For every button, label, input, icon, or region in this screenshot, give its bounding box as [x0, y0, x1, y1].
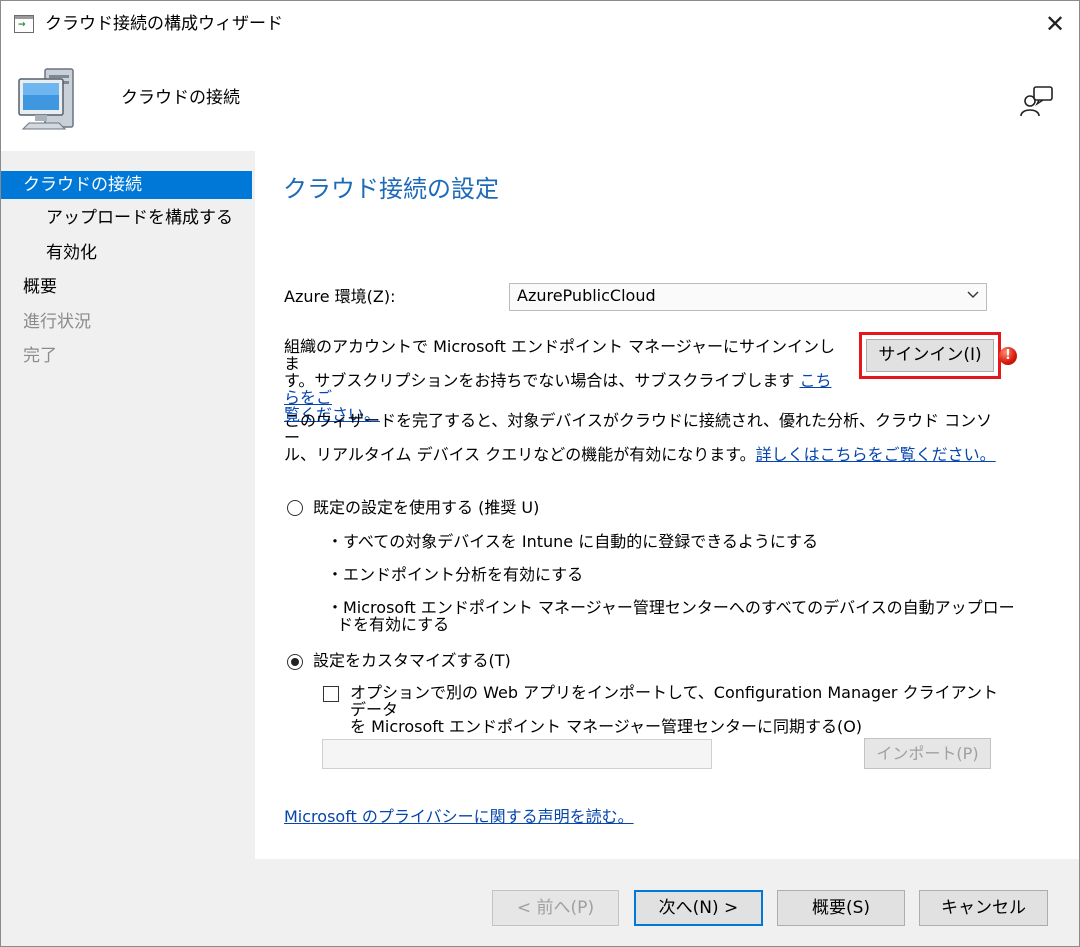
main-panel: クラウド接続の設定 Azure 環境(Z): AzurePublicCloud … [255, 151, 1079, 859]
sidebar-item-cloud-connection[interactable]: クラウドの接続 [1, 171, 252, 199]
close-button[interactable]: ✕ [1035, 5, 1075, 43]
page-title: クラウド接続の設定 [283, 175, 499, 203]
wizard-info-line1: このウィザードを完了すると、対象デバイスがクラウドに接続され、優れた分析、クラウ… [284, 411, 993, 447]
import-webapp-checkbox[interactable] [323, 686, 339, 702]
wizard-window: → クラウド接続の構成ウィザード ✕ クラウドの接続 クラウドの接続 アップロー… [0, 0, 1080, 947]
learn-more-link[interactable]: 詳しくはこちらをご覧ください。 [756, 445, 996, 464]
sidebar-item-progress: 進行状況 [23, 312, 91, 332]
privacy-statement-link[interactable]: Microsoft のプライバシーに関する声明を読む。 [284, 807, 634, 827]
import-button: インポート(P) [864, 738, 991, 769]
default-bullet-intune: ・すべての対象デバイスを Intune に自動的に登録できるようにする [327, 532, 819, 551]
cancel-button[interactable]: キャンセル [919, 890, 1048, 926]
chevron-down-icon [967, 291, 979, 298]
default-bullet-upload-cont: ドを有効にする [337, 615, 450, 634]
azure-environment-select[interactable]: AzurePublicCloud [509, 283, 987, 311]
azure-environment-label: Azure 環境(Z): [284, 287, 396, 306]
title-bar: → クラウド接続の構成ウィザード ✕ [1, 1, 1079, 47]
summary-button[interactable]: 概要(S) [777, 890, 905, 926]
import-webapp-description: オプションで別の Web アプリをインポートして、Configuration M… [350, 684, 1000, 735]
wizard-steps-sidebar: クラウドの接続 アップロードを構成する 有効化 概要 進行状況 完了 [1, 151, 255, 946]
import-webapp-line2: を Microsoft エンドポイント マネージャー管理センターに同期する(O) [350, 717, 863, 736]
warning-icon: ! [999, 347, 1017, 365]
webapp-textbox [322, 739, 712, 769]
next-button[interactable]: 次へ(N) > [634, 890, 763, 926]
sidebar-item-enable[interactable]: 有効化 [46, 239, 97, 267]
customize-settings-label[interactable]: 設定をカスタマイズする(T) [313, 651, 511, 671]
previous-button: < 前へ(P) [492, 890, 619, 926]
default-bullet-analytics: ・エンドポイント分析を有効にする [327, 565, 584, 584]
default-settings-label[interactable]: 既定の設定を使用する (推奨 U) [313, 498, 539, 518]
header-title: クラウドの接続 [121, 88, 240, 108]
signin-button[interactable]: サインイン(I) [866, 339, 994, 372]
sidebar-item-configure-upload[interactable]: アップロードを構成する [46, 204, 233, 232]
azure-environment-value: AzurePublicCloud [517, 286, 656, 305]
customize-settings-radio[interactable] [287, 654, 303, 670]
user-help-icon[interactable] [1019, 83, 1055, 119]
wizard-app-icon: → [14, 15, 34, 33]
wizard-header: クラウドの接続 [1, 47, 1079, 151]
sidebar-item-completion: 完了 [23, 346, 57, 366]
default-bullet-upload: ・Microsoft エンドポイント マネージャー管理センターへのすべてのデバイ… [327, 598, 1015, 617]
wizard-footer: < 前へ(P) 次へ(N) > 概要(S) キャンセル [255, 859, 1079, 946]
wizard-info-text: このウィザードを完了すると、対象デバイスがクラウドに接続され、優れた分析、クラウ… [284, 412, 1004, 463]
import-webapp-line1: オプションで別の Web アプリをインポートして、Configuration M… [350, 683, 998, 719]
signin-text-line1: 組織のアカウントで Microsoft エンドポイント マネージャーにサインイン… [284, 337, 835, 373]
default-settings-radio[interactable] [287, 500, 303, 516]
wizard-info-line2: ル、リアルタイム デバイス クエリなどの機能が有効になります。 [284, 445, 756, 464]
computer-icon [18, 68, 74, 130]
signin-text-line2: す。サブスクリプションをお持ちでない場合は、サブスクライブします [284, 371, 795, 390]
sidebar-item-summary[interactable]: 概要 [23, 273, 57, 301]
window-title: クラウド接続の構成ウィザード [45, 14, 283, 34]
